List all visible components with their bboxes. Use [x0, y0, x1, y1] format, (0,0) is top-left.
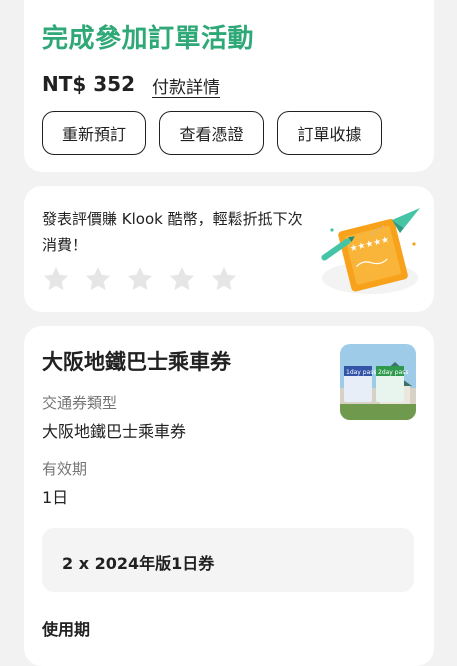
review-prompt-text: 發表評價賺 Klook 酷幣，輕鬆折抵下次消費！ — [42, 210, 303, 254]
order-receipt-button[interactable]: 訂單收據 — [277, 111, 382, 155]
star-icon[interactable] — [168, 265, 196, 293]
order-total-price: NT$ 352 — [42, 72, 136, 96]
star-icon[interactable] — [84, 265, 112, 293]
validity-label: 有效期 — [42, 460, 88, 478]
order-status-card: 完成參加訂單活動 NT$ 352 付款詳情 重新預訂 查看憑證 訂單收據 — [24, 0, 434, 172]
review-prompt-card[interactable]: 發表評價賺 Klook 酷幣，輕鬆折抵下次消費！ ★★★★★ — [24, 186, 434, 312]
product-details-card: 大阪地鐵巴士乘車券 1day pass 2day pass 交通券類型 大阪地鐵… — [24, 326, 434, 666]
product-thumbnail[interactable]: 1day pass 2day pass — [340, 344, 416, 420]
usage-period-label: 使用期 — [42, 620, 91, 639]
order-action-buttons: 重新預訂 查看憑證 訂單收據 — [42, 111, 382, 155]
payment-details-link[interactable]: 付款詳情 — [152, 73, 220, 98]
quantity-summary-box: 2 x 2024年版1日券 — [42, 528, 414, 592]
star-icon[interactable] — [210, 265, 238, 293]
pass2-label: 2day pass — [378, 369, 409, 376]
quantity-summary-text: 2 x 2024年版1日券 — [62, 554, 215, 573]
rebook-button[interactable]: 重新預訂 — [42, 111, 146, 155]
star-icon[interactable] — [42, 265, 70, 293]
star-rating[interactable] — [42, 265, 238, 293]
pass1-label: 1day pass — [346, 369, 377, 376]
ticket-type-value: 大阪地鐵巴士乘車券 — [42, 422, 187, 441]
star-icon[interactable] — [126, 265, 154, 293]
view-voucher-button[interactable]: 查看憑證 — [159, 111, 264, 155]
order-status-title: 完成參加訂單活動 — [42, 24, 255, 54]
validity-value: 1日 — [42, 488, 69, 507]
review-illustration: ★★★★★ — [321, 208, 420, 294]
product-title[interactable]: 大阪地鐵巴士乘車券 — [42, 346, 231, 376]
ticket-type-label: 交通券類型 — [42, 394, 118, 412]
